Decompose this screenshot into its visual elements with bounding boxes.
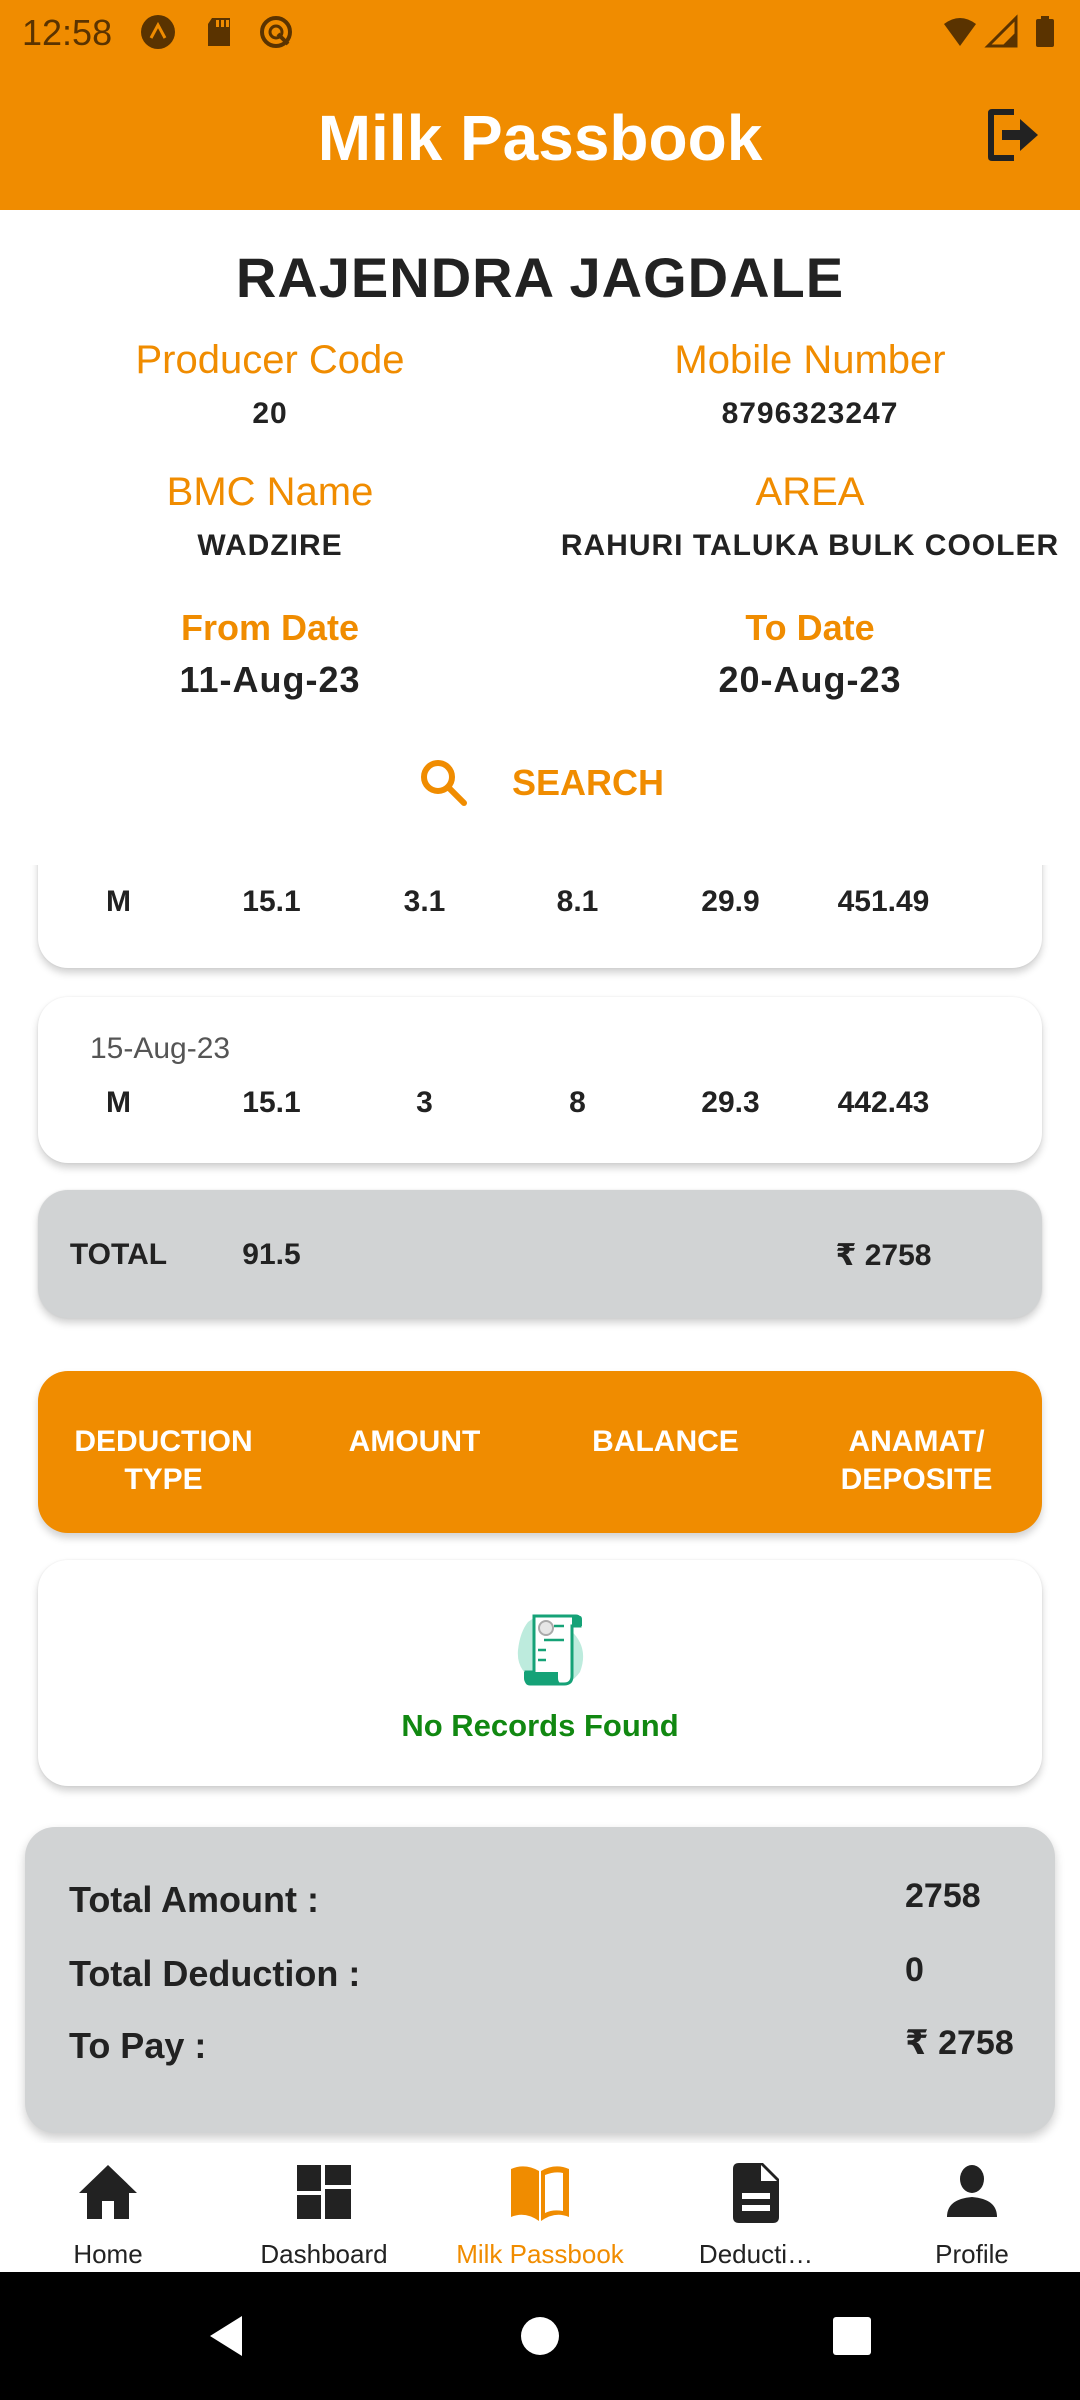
home-icon: [79, 2165, 137, 2219]
to-date-label: To Date: [745, 607, 875, 648]
shift: M: [106, 885, 131, 918]
mobile-number-label: Mobile Number: [674, 338, 946, 382]
passbook-scroll-area[interactable]: M 15.1 3.1 8.1 29.9 451.49 15-Aug-23 M 1…: [0, 865, 1080, 2270]
signal-icon: [984, 14, 1018, 48]
rate: 29.3: [701, 1086, 760, 1119]
fat: 3: [416, 1086, 433, 1119]
total-row: TOTAL 91.5 ₹ 2758: [38, 1190, 1042, 1318]
nav-label: Dashboard: [260, 2239, 388, 2269]
producer-code-field: Producer Code 20: [0, 338, 540, 431]
page-title: Milk Passbook: [317, 102, 763, 174]
deduction-table-header: DEDUCTION TYPE AMOUNT BALANCE ANAMAT/ DE…: [38, 1371, 1042, 1533]
nav-label: Profile: [935, 2239, 1009, 2269]
book-icon: [511, 2166, 569, 2221]
area-field: AREA RAHURI TALUKA BULK COOLER: [540, 470, 1080, 563]
total-quantity: 91.5: [242, 1238, 301, 1271]
nav-item-milk-passbook[interactable]: Milk Passbook: [432, 2143, 648, 2273]
from-date-value[interactable]: 11-Aug-23: [0, 659, 540, 701]
back-icon[interactable]: [204, 2314, 248, 2358]
status-time: 12:58: [22, 12, 113, 53]
collection-row: M 15.1 3.1 8.1 29.9 451.49: [38, 865, 1042, 968]
to-pay-label: To Pay :: [69, 2025, 207, 2066]
fat: 3.1: [403, 885, 446, 918]
total-deduction-label: Total Deduction :: [69, 1953, 361, 1994]
amount: 451.49: [837, 885, 930, 918]
battery-icon: [1036, 16, 1054, 47]
to-date-value[interactable]: 20-Aug-23: [540, 659, 1080, 701]
rate: 29.9: [701, 885, 760, 918]
quantity: 15.1: [242, 885, 301, 918]
recents-icon[interactable]: [830, 2314, 874, 2358]
mobile-number-value: 8796323247: [721, 397, 899, 430]
app-bar: Milk Passbook: [0, 63, 1080, 210]
system-navigation-bar: [0, 2272, 1080, 2400]
from-date-label: From Date: [180, 607, 360, 648]
area-label: AREA: [755, 470, 865, 514]
collection-row: 15-Aug-23 M 15.1 3 8 29.3 442.43: [38, 997, 1042, 1163]
anamat-deposite-header: ANAMAT/ DEPOSITE: [840, 1425, 993, 1496]
total-amount-value: 2758: [905, 1877, 981, 1915]
nav-item-profile[interactable]: Profile: [864, 2143, 1080, 2273]
nav-item-home[interactable]: Home: [0, 2143, 216, 2273]
deduction-type-header: DEDUCTION TYPE: [74, 1425, 253, 1496]
search-icon: [420, 760, 467, 806]
wifi-icon: [944, 18, 976, 46]
area-value: RAHURI TALUKA BULK COOLER: [560, 529, 1060, 562]
producer-code-label: Producer Code: [135, 338, 405, 382]
balance-header: BALANCE: [592, 1425, 739, 1458]
payment-summary: Total Amount : 2758 Total Deduction : 0 …: [25, 1827, 1055, 2133]
bottom-navigation: Home Dashboard Milk Passbook Deducti… Pr…: [0, 2143, 1080, 2273]
vpn-icon: [260, 16, 292, 48]
producer-code-value: 20: [252, 397, 288, 430]
logout-icon[interactable]: [984, 105, 1040, 165]
dashboard-icon: [297, 2165, 351, 2219]
to-date-field[interactable]: To Date 20-Aug-23: [540, 607, 1080, 701]
collection-date: 15-Aug-23: [90, 1032, 231, 1065]
document-icon: [733, 2163, 779, 2223]
quantity: 15.1: [242, 1086, 301, 1119]
status-bar: 12:58: [0, 0, 1080, 63]
bmc-name-value: WADZIRE: [197, 529, 343, 562]
bmc-name-label: BMC Name: [166, 470, 374, 514]
home-button-icon[interactable]: [518, 2314, 562, 2358]
search-label: SEARCH: [511, 762, 664, 803]
producer-name: RAJENDRA JAGDALE: [235, 246, 845, 309]
no-records-card: No Records Found: [38, 1560, 1042, 1786]
nav-label: Milk Passbook: [456, 2239, 624, 2269]
total-amount: ₹ 2758: [835, 1239, 932, 1272]
app-notification-icon: [141, 15, 175, 49]
bmc-name-field: BMC Name WADZIRE: [0, 470, 540, 563]
snf: 8: [569, 1086, 586, 1119]
from-date-field[interactable]: From Date 11-Aug-23: [0, 607, 540, 701]
nav-item-dashboard[interactable]: Dashboard: [216, 2143, 432, 2273]
shift: M: [106, 1086, 131, 1119]
total-label: TOTAL: [69, 1238, 168, 1271]
total-deduction-value: 0: [905, 1951, 924, 1989]
person-icon: [947, 2165, 997, 2217]
search-button[interactable]: SEARCH: [0, 748, 1080, 818]
snf: 8.1: [556, 885, 599, 918]
amount: 442.43: [837, 1086, 930, 1119]
nav-item-deduction[interactable]: Deducti…: [648, 2143, 864, 2273]
total-amount-label: Total Amount :: [69, 1879, 319, 1920]
amount-header: AMOUNT: [348, 1425, 481, 1458]
nav-label: Deducti…: [698, 2239, 814, 2269]
no-records-message: No Records Found: [401, 1708, 679, 1743]
sd-card-icon: [208, 18, 230, 46]
mobile-number-field: Mobile Number 8796323247: [540, 338, 1080, 431]
nav-label: Home: [73, 2239, 143, 2269]
to-pay-value: ₹ 2758: [905, 2024, 1014, 2062]
document-scroll-icon: [517, 1614, 584, 1686]
